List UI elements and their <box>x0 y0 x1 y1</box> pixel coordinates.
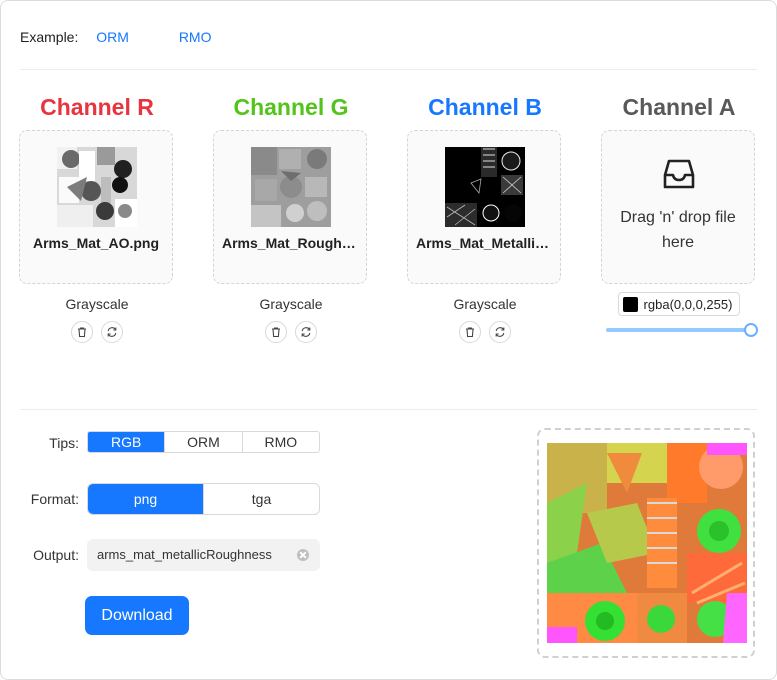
channel-b-title: Channel B <box>428 94 542 120</box>
channel-g-mode[interactable]: Grayscale <box>213 296 369 312</box>
divider-top <box>20 69 757 70</box>
refresh-icon <box>495 327 505 337</box>
channel-r-title: Channel R <box>40 94 154 120</box>
inbox-icon <box>663 159 695 189</box>
channel-a-drop-text: Drag 'n' drop file here <box>620 209 736 251</box>
example-row: Example: ORM RMO <box>20 29 211 45</box>
channel-a-color-value: rgba(0,0,0,255) <box>643 296 733 312</box>
trash-icon <box>272 327 280 338</box>
output-filename-value: arms_mat_metallicRoughness <box>97 547 272 562</box>
channel-a: Channel A Drag 'n' drop file here rgba(0… <box>601 84 758 337</box>
channel-b-thumbnail <box>445 147 525 227</box>
example-link-orm[interactable]: ORM <box>96 29 129 45</box>
channel-r: Channel R Arms_Mat_AO.png Grayscale <box>19 84 175 343</box>
download-button[interactable]: Download <box>85 596 189 635</box>
channel-b-dropzone[interactable]: Arms_Mat_Metallic.png <box>407 130 561 284</box>
format-option-png[interactable]: png <box>88 484 203 514</box>
packed-texture-preview <box>547 443 747 643</box>
preview-frame <box>537 428 755 658</box>
slider-handle[interactable] <box>744 322 758 337</box>
channel-r-mode[interactable]: Grayscale <box>19 296 175 312</box>
channel-b-filename: Arms_Mat_Metallic.png <box>416 235 552 251</box>
channel-a-title: Channel A <box>622 94 736 120</box>
channel-a-dropzone[interactable]: Drag 'n' drop file here <box>601 130 755 284</box>
example-link-rmo[interactable]: RMO <box>179 29 212 45</box>
channel-b-replace-button[interactable] <box>489 321 511 343</box>
channel-r-delete-button[interactable] <box>71 321 93 343</box>
channel-b: Channel B Arms_Mat_Metallic.png Grayscal… <box>407 84 563 343</box>
format-segmented: png tga <box>87 483 320 515</box>
channel-g-filename: Arms_Mat_Roughness.png <box>222 235 358 251</box>
channel-b-delete-button[interactable] <box>459 321 481 343</box>
format-option-tga[interactable]: tga <box>203 484 319 514</box>
channel-g-replace-button[interactable] <box>295 321 317 343</box>
format-label: Format: <box>30 491 79 507</box>
color-swatch <box>622 296 638 312</box>
channel-g-dropzone[interactable]: Arms_Mat_Roughness.png <box>213 130 367 284</box>
output-filename-input[interactable]: arms_mat_metallicRoughness <box>87 539 320 571</box>
channel-r-filename: Arms_Mat_AO.png <box>32 235 160 251</box>
channel-g-delete-button[interactable] <box>265 321 287 343</box>
channel-b-mode[interactable]: Grayscale <box>407 296 563 312</box>
tips-label: Tips: <box>49 435 79 451</box>
slider-rail <box>606 327 754 332</box>
refresh-icon <box>107 327 117 337</box>
output-label: Output: <box>33 547 79 563</box>
divider-bottom <box>20 409 757 410</box>
tips-segmented: RGB ORM RMO <box>87 431 320 453</box>
tips-option-orm[interactable]: ORM <box>164 432 241 452</box>
tips-option-rmo[interactable]: RMO <box>241 432 319 452</box>
trash-icon <box>78 327 86 338</box>
refresh-icon <box>301 327 311 337</box>
trash-icon <box>466 327 474 338</box>
channel-r-replace-button[interactable] <box>101 321 123 343</box>
channel-g: Channel G Arms_Mat_Roughness.png Graysca… <box>213 84 369 343</box>
channel-g-thumbnail <box>251 147 331 227</box>
channel-a-color-picker[interactable]: rgba(0,0,0,255) <box>617 292 741 316</box>
clear-icon[interactable] <box>297 549 309 561</box>
channel-r-thumbnail <box>57 147 137 227</box>
channel-a-alpha-slider[interactable] <box>606 322 758 337</box>
example-label: Example: <box>20 29 79 45</box>
tips-option-rgb[interactable]: RGB <box>88 432 165 452</box>
channel-g-title: Channel G <box>233 94 349 120</box>
channel-r-dropzone[interactable]: Arms_Mat_AO.png <box>19 130 173 284</box>
